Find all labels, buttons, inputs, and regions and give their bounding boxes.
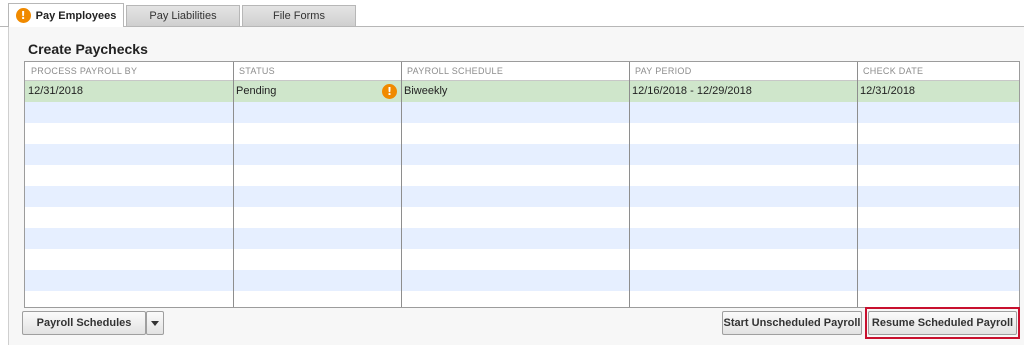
- tab-file-forms-label: File Forms: [273, 10, 325, 22]
- table-header: PROCESS PAYROLL BY STATUS PAYROLL SCHEDU…: [25, 62, 1019, 81]
- highlight-box: [865, 307, 1020, 339]
- table-row-empty: [25, 144, 1019, 165]
- table-row-empty: [25, 249, 1019, 270]
- tab-pay-liabilities[interactable]: Pay Liabilities: [126, 5, 240, 26]
- start-unscheduled-payroll-button[interactable]: Start Unscheduled Payroll: [722, 311, 862, 335]
- payroll-schedules-button[interactable]: Payroll Schedules: [22, 311, 146, 335]
- cell-status: Pending: [236, 85, 277, 97]
- alert-icon: !: [15, 8, 31, 23]
- chevron-down-icon: [151, 320, 159, 326]
- table-row-empty: [25, 270, 1019, 291]
- cell-check-date: 12/31/2018: [860, 85, 916, 97]
- cell-payroll-schedule: Biweekly: [404, 85, 448, 97]
- payroll-table: PROCESS PAYROLL BY STATUS PAYROLL SCHEDU…: [24, 61, 1020, 308]
- column-header-payroll-schedule[interactable]: PAYROLL SCHEDULE: [401, 62, 629, 81]
- table-row-empty: [25, 186, 1019, 207]
- section-title: Create Paychecks: [28, 41, 148, 57]
- table-row-empty: [25, 123, 1019, 144]
- column-header-pay-period[interactable]: PAY PERIOD: [629, 62, 857, 81]
- table-row-empty: [25, 102, 1019, 123]
- column-divider: [857, 62, 858, 307]
- table-row-empty: [25, 228, 1019, 249]
- column-divider: [629, 62, 630, 307]
- payroll-schedules-dropdown[interactable]: [146, 311, 164, 335]
- tab-pay-liabilities-label: Pay Liabilities: [149, 10, 217, 22]
- column-header-status[interactable]: STATUS: [233, 62, 401, 81]
- column-header-process-payroll-by[interactable]: PROCESS PAYROLL BY: [25, 62, 233, 81]
- table-row[interactable]: 12/31/2018 Pending ! Biweekly 12/16/2018…: [25, 81, 1019, 102]
- warning-icon[interactable]: !: [382, 84, 397, 99]
- tab-file-forms[interactable]: File Forms: [242, 5, 356, 26]
- column-divider: [233, 62, 234, 307]
- table-row-empty: [25, 291, 1019, 307]
- column-divider: [401, 62, 402, 307]
- tab-bar: ! Pay Employees Pay Liabilities File For…: [0, 0, 1024, 27]
- table-row-empty: [25, 165, 1019, 186]
- cell-process-payroll-by: 12/31/2018: [28, 85, 84, 97]
- tab-pay-employees[interactable]: ! Pay Employees: [8, 3, 124, 27]
- column-header-check-date[interactable]: CHECK DATE: [857, 62, 1019, 81]
- tab-pay-employees-label: Pay Employees: [35, 9, 117, 22]
- cell-pay-period: 12/16/2018 - 12/29/2018: [632, 85, 752, 97]
- table-row-empty: [25, 207, 1019, 228]
